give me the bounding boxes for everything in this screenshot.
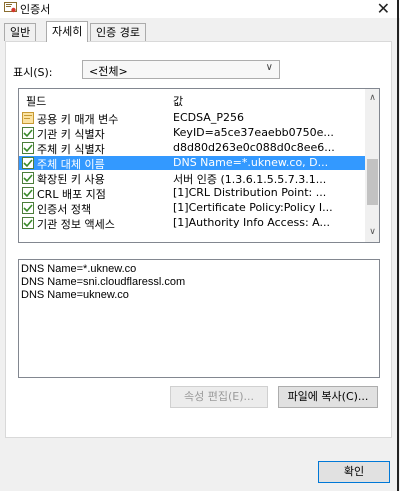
column-header-value[interactable]: 값: [173, 93, 183, 109]
field-value: KeyID=a5ce37eaebb0750e...: [173, 126, 334, 139]
certificate-extension-icon: [22, 217, 34, 229]
list-item[interactable]: 기관 키 식별자 KeyID=a5ce37eaebb0750e...: [19, 126, 365, 141]
certificate-extension-icon: [22, 172, 34, 184]
edit-properties-button[interactable]: 속성 편집(E)...: [170, 386, 268, 408]
field-value: [1]Certificate Policy:Policy I...: [173, 201, 333, 214]
show-dropdown-value: <전체>: [89, 65, 128, 78]
field-name: 인증서 정책: [37, 203, 92, 216]
detail-line: DNS Name=*.uknew.co: [21, 263, 137, 275]
detail-line: DNS Name=uknew.co: [21, 289, 129, 301]
certificate-extension-icon: [22, 202, 34, 214]
list-item[interactable]: 공용 키 매개 변수 ECDSA_P256: [19, 111, 365, 126]
field-value: DNS Name=*.uknew.co, D...: [173, 156, 329, 169]
close-icon[interactable]: ✕: [377, 0, 390, 18]
list-item-selected[interactable]: 주체 대체 이름 DNS Name=*.uknew.co, D...: [19, 156, 365, 171]
scrollbar-thumb[interactable]: [367, 159, 378, 205]
tab-certification-path[interactable]: 인증 경로: [90, 23, 146, 41]
certificate-icon: [4, 2, 17, 13]
list-item[interactable]: 기관 정보 액세스 [1]Authority Info Access: A...: [19, 216, 365, 231]
chevron-down-icon: ∨: [265, 62, 273, 73]
tab-details[interactable]: 자세히: [46, 21, 89, 42]
column-header-field[interactable]: 필드: [26, 93, 46, 109]
field-value: 서버 인증 (1.3.6.1.5.5.7.3.1...: [173, 173, 327, 186]
list-item[interactable]: CRL 배포 지점 [1]CRL Distribution Point: ...: [19, 186, 365, 201]
tab-general[interactable]: 일반: [4, 23, 37, 41]
list-item[interactable]: 확장된 키 사용 서버 인증 (1.3.6.1.5.5.7.3.1...: [19, 171, 365, 186]
ok-button[interactable]: 확인: [318, 461, 390, 483]
list-item[interactable]: 인증서 정책 [1]Certificate Policy:Policy I...: [19, 201, 365, 216]
window-title: 인증서: [20, 3, 51, 16]
show-dropdown[interactable]: <전체> ∨: [82, 60, 280, 79]
window-border: [397, 0, 399, 491]
list-item[interactable]: 주체 키 식별자 d8d80d263e0c088d0c8ee6...: [19, 141, 365, 156]
field-name: 확장된 키 사용: [37, 173, 105, 186]
field-name: 공용 키 매개 변수: [37, 113, 119, 126]
document-icon: [22, 112, 34, 124]
scroll-down-icon[interactable]: ∨: [365, 225, 379, 240]
list-header: 필드 값: [19, 89, 365, 109]
field-name: CRL 배포 지점: [37, 188, 106, 201]
field-name: 기관 키 식별자: [37, 128, 105, 141]
certificate-extension-icon: [22, 142, 34, 154]
copy-to-file-button[interactable]: 파일에 복사(C)...: [278, 386, 378, 408]
field-value: ECDSA_P256: [173, 111, 244, 124]
certificate-extension-icon: [22, 127, 34, 139]
certificate-extension-icon: [22, 187, 34, 199]
field-name: 기관 정보 액세스: [37, 218, 115, 231]
field-list[interactable]: 필드 값 공용 키 매개 변수 ECDSA_P256 기관 키 식별자 KeyI…: [18, 88, 380, 243]
title-bar: 인증서 ✕: [0, 0, 400, 18]
field-value: d8d80d263e0c088d0c8ee6...: [173, 141, 335, 154]
field-name: 주체 키 식별자: [37, 143, 105, 156]
field-value: [1]CRL Distribution Point: ...: [173, 186, 327, 199]
certificate-extension-icon: [22, 157, 34, 169]
field-name: 주체 대체 이름: [37, 158, 105, 171]
show-label: 표시(S):: [13, 66, 53, 79]
scroll-up-icon[interactable]: ∧: [365, 91, 379, 106]
value-detail-box[interactable]: DNS Name=*.uknew.co DNS Name=sni.cloudfl…: [18, 259, 380, 378]
detail-line: DNS Name=sni.cloudflaressl.com: [21, 276, 186, 288]
list-scrollbar[interactable]: ∧ ∨: [365, 89, 379, 242]
field-value: [1]Authority Info Access: A...: [173, 216, 330, 229]
